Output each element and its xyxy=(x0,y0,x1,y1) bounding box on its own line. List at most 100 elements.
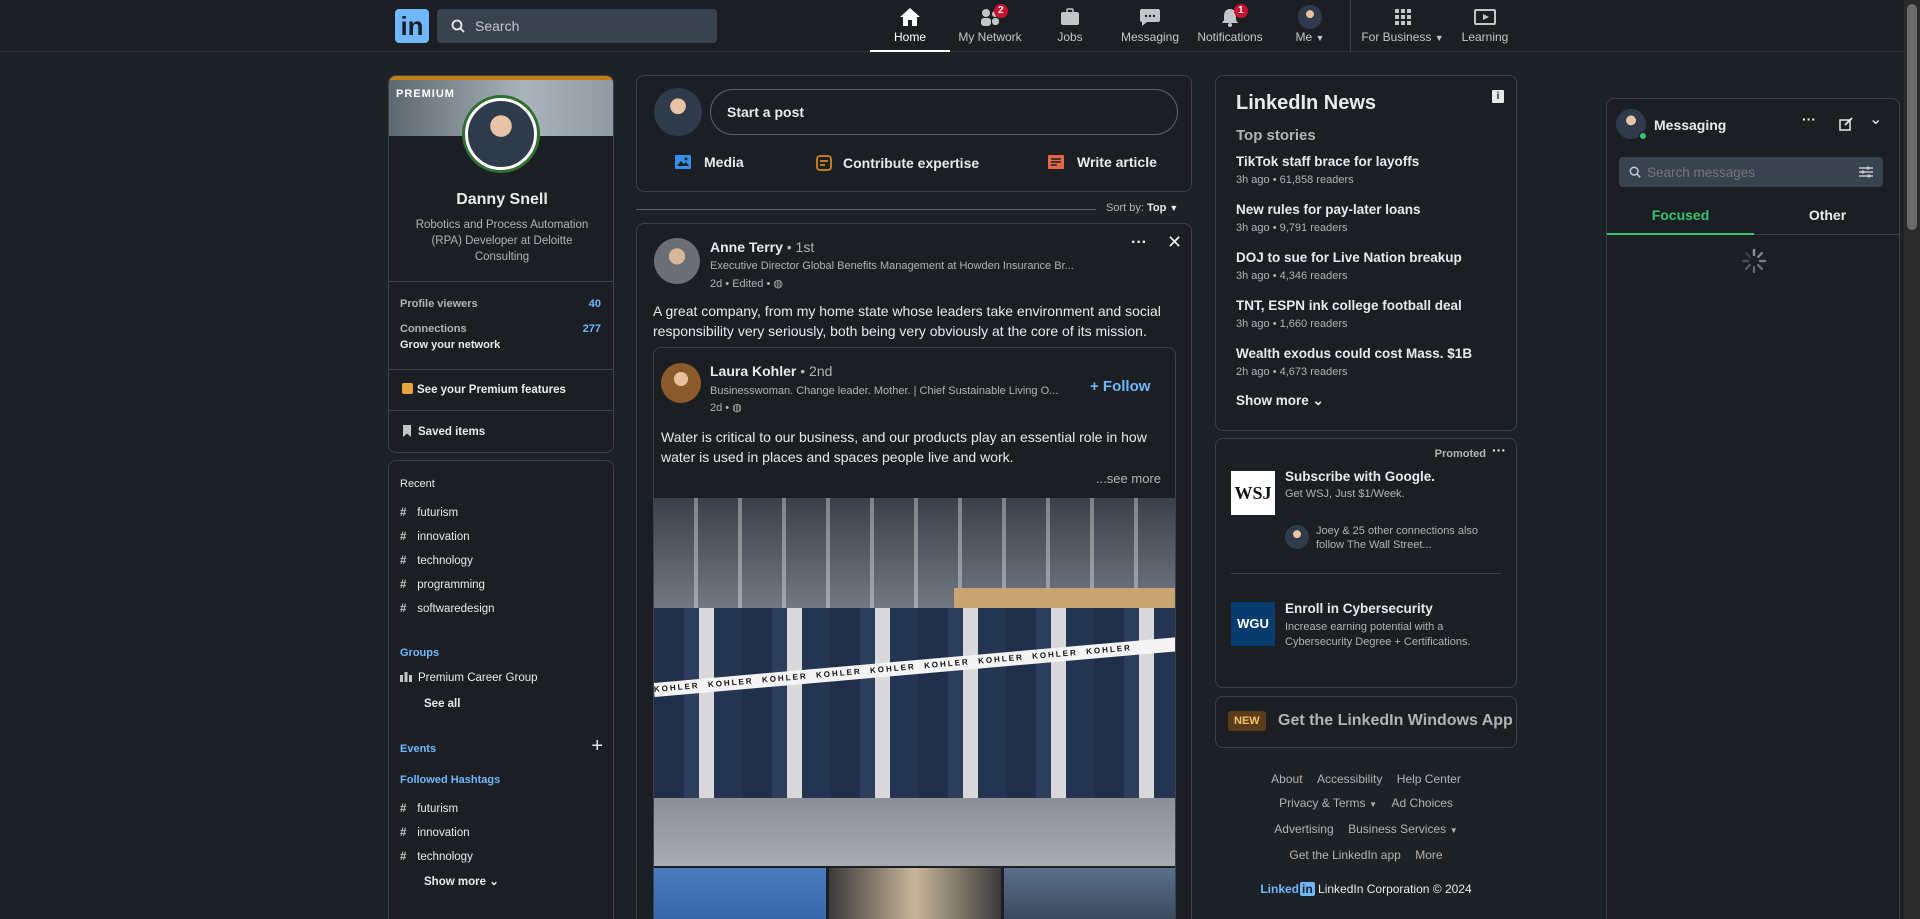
ad-more-options-icon[interactable]: ··· xyxy=(1492,442,1506,458)
groups-title[interactable]: Groups xyxy=(400,647,439,659)
loading-spinner-icon xyxy=(1741,248,1767,274)
grow-network-link[interactable]: Grow your network xyxy=(400,339,500,351)
profile-name[interactable]: Danny Snell xyxy=(389,191,613,209)
recent-item[interactable]: # programming xyxy=(400,573,495,597)
chat-icon xyxy=(1140,9,1160,26)
recent-item[interactable]: # technology xyxy=(400,549,495,573)
media-button[interactable]: Media xyxy=(674,154,744,170)
profile-viewers-count[interactable]: 40 xyxy=(589,298,601,310)
wgu-logo[interactable]: WGU xyxy=(1231,602,1275,646)
filter-icon[interactable] xyxy=(1859,166,1873,178)
search-box[interactable] xyxy=(437,9,717,43)
nav-my-network[interactable]: 2 My Network xyxy=(950,4,1030,52)
thumb-image-1[interactable] xyxy=(654,868,826,919)
start-post-button[interactable]: Start a post xyxy=(710,89,1178,135)
follow-button[interactable]: + Follow xyxy=(1090,378,1150,395)
recent-item[interactable]: # futurism xyxy=(400,501,495,525)
profile-viewers-label[interactable]: Profile viewers xyxy=(400,298,478,310)
nav-for-business[interactable]: For Business ▼ xyxy=(1355,4,1450,52)
messaging-more-icon[interactable]: ··· xyxy=(1802,111,1816,127)
nav-me[interactable]: Me ▼ xyxy=(1270,4,1350,52)
news-headline: Wealth exodus could cost Mass. $1B xyxy=(1236,346,1473,361)
search-input[interactable] xyxy=(475,9,705,43)
close-icon[interactable]: ✕ xyxy=(1167,232,1182,253)
footer-more[interactable]: More xyxy=(1415,848,1442,862)
footer-advertising[interactable]: Advertising xyxy=(1274,822,1333,836)
nav-messaging[interactable]: Messaging xyxy=(1110,4,1190,52)
info-icon[interactable]: i xyxy=(1492,90,1504,103)
saved-items-link[interactable]: Saved items xyxy=(402,425,485,438)
see-more-link[interactable]: ...see more xyxy=(1096,471,1161,486)
ad2-title[interactable]: Enroll in Cybersecurity xyxy=(1285,601,1433,616)
recent-item[interactable]: # innovation xyxy=(400,525,495,549)
followed-item[interactable]: # futurism xyxy=(400,797,473,821)
scrollbar-thumb[interactable] xyxy=(1907,4,1917,230)
shared-post[interactable]: Laura Kohler • 2nd Businesswoman. Change… xyxy=(653,347,1176,919)
nav-notifications[interactable]: 1 Notifications xyxy=(1190,4,1270,52)
messaging-search-input[interactable] xyxy=(1647,157,1847,187)
post-more-options-icon[interactable]: ··· xyxy=(1131,234,1147,252)
news-story[interactable]: Wealth exodus could cost Mass. $1B 2h ag… xyxy=(1236,346,1472,378)
chevron-down-icon[interactable]: ⌄ xyxy=(1869,109,1882,129)
shared-author[interactable]: Laura Kohler • 2nd xyxy=(710,363,832,379)
footer-privacy[interactable]: Privacy & Terms xyxy=(1279,796,1365,810)
ad1-title[interactable]: Subscribe with Google. xyxy=(1285,469,1435,484)
news-story[interactable]: DOJ to sue for Live Nation breakup 3h ag… xyxy=(1236,250,1462,282)
sort-control[interactable]: Sort by: Top ▼ xyxy=(1106,202,1178,214)
messaging-title[interactable]: Messaging xyxy=(1654,117,1726,133)
recent-item[interactable]: # softwaredesign xyxy=(400,597,495,621)
thumb-image-3[interactable] xyxy=(1004,868,1175,919)
news-story[interactable]: TikTok staff brace for layoffs 3h ago • … xyxy=(1236,154,1419,186)
messaging-search[interactable] xyxy=(1619,157,1883,187)
nav-jobs[interactable]: Jobs xyxy=(1030,4,1110,52)
wsj-logo[interactable]: WSJ xyxy=(1231,471,1275,515)
footer-business[interactable]: Business Services xyxy=(1348,822,1446,836)
compose-icon[interactable] xyxy=(1839,117,1853,131)
footer-copyright: LinkedIn Corporation © 2024 xyxy=(1318,882,1472,896)
shared-author-degree: • 2nd xyxy=(800,363,833,379)
followed-item-label: futurism xyxy=(417,803,459,815)
tab-other[interactable]: Other xyxy=(1754,197,1899,235)
news-story[interactable]: TNT, ESPN ink college football deal 3h a… xyxy=(1236,298,1462,330)
linkedin-logo[interactable]: in xyxy=(395,9,429,43)
connections-label[interactable]: Connections xyxy=(400,323,467,335)
footer-getapp[interactable]: Get the LinkedIn app xyxy=(1289,848,1400,862)
footer-help[interactable]: Help Center xyxy=(1397,772,1461,786)
shared-meta: 2d • ◍ xyxy=(710,401,742,414)
windows-app-banner[interactable]: NEW Get the LinkedIn Windows App xyxy=(1215,696,1517,748)
post-author-avatar[interactable] xyxy=(654,238,700,284)
followed-item-label: innovation xyxy=(417,827,470,839)
followed-hashtags-title[interactable]: Followed Hashtags xyxy=(400,774,500,786)
show-more-label: Show more xyxy=(424,876,486,888)
divider xyxy=(389,281,613,282)
nav-home[interactable]: Home xyxy=(870,4,950,52)
profile-avatar[interactable] xyxy=(465,98,537,170)
tab-focused[interactable]: Focused xyxy=(1607,197,1754,235)
footer-about[interactable]: About xyxy=(1271,772,1302,786)
news-show-more[interactable]: Show more ⌄ xyxy=(1236,393,1324,409)
nav-learning[interactable]: Learning xyxy=(1450,4,1520,52)
footer-adchoices[interactable]: Ad Choices xyxy=(1392,796,1453,810)
premium-features-link[interactable]: See your Premium features xyxy=(402,383,566,396)
write-article-button[interactable]: Write article xyxy=(1047,154,1157,170)
people-group xyxy=(654,608,1175,808)
followed-item[interactable]: # innovation xyxy=(400,821,473,845)
contribute-expertise-button[interactable]: Contribute expertise xyxy=(815,154,979,172)
composer-avatar[interactable] xyxy=(654,88,702,136)
show-more-hashtags[interactable]: Show more ⌄ xyxy=(424,874,499,888)
post-author[interactable]: Anne Terry • 1st xyxy=(710,239,814,255)
post-author-degree: • 1st xyxy=(786,239,815,255)
thumb-image-2[interactable] xyxy=(829,868,1001,919)
events-title[interactable]: Events xyxy=(400,743,436,755)
add-event-icon[interactable]: + xyxy=(591,735,603,758)
connections-count[interactable]: 277 xyxy=(583,323,601,335)
followed-item[interactable]: # technology xyxy=(400,845,473,869)
post-image[interactable]: KOHLER KOHLER KOHLER KOHLER KOHLER KOHLE… xyxy=(654,498,1175,866)
tab-other-label: Other xyxy=(1808,207,1847,223)
grid-icon xyxy=(1394,9,1411,25)
group-item[interactable]: Premium Career Group xyxy=(400,671,538,684)
see-all-groups-link[interactable]: See all xyxy=(424,698,460,710)
footer-accessibility[interactable]: Accessibility xyxy=(1317,772,1382,786)
shared-author-avatar[interactable] xyxy=(661,363,701,403)
news-story[interactable]: New rules for pay-later loans 3h ago • 9… xyxy=(1236,202,1421,234)
